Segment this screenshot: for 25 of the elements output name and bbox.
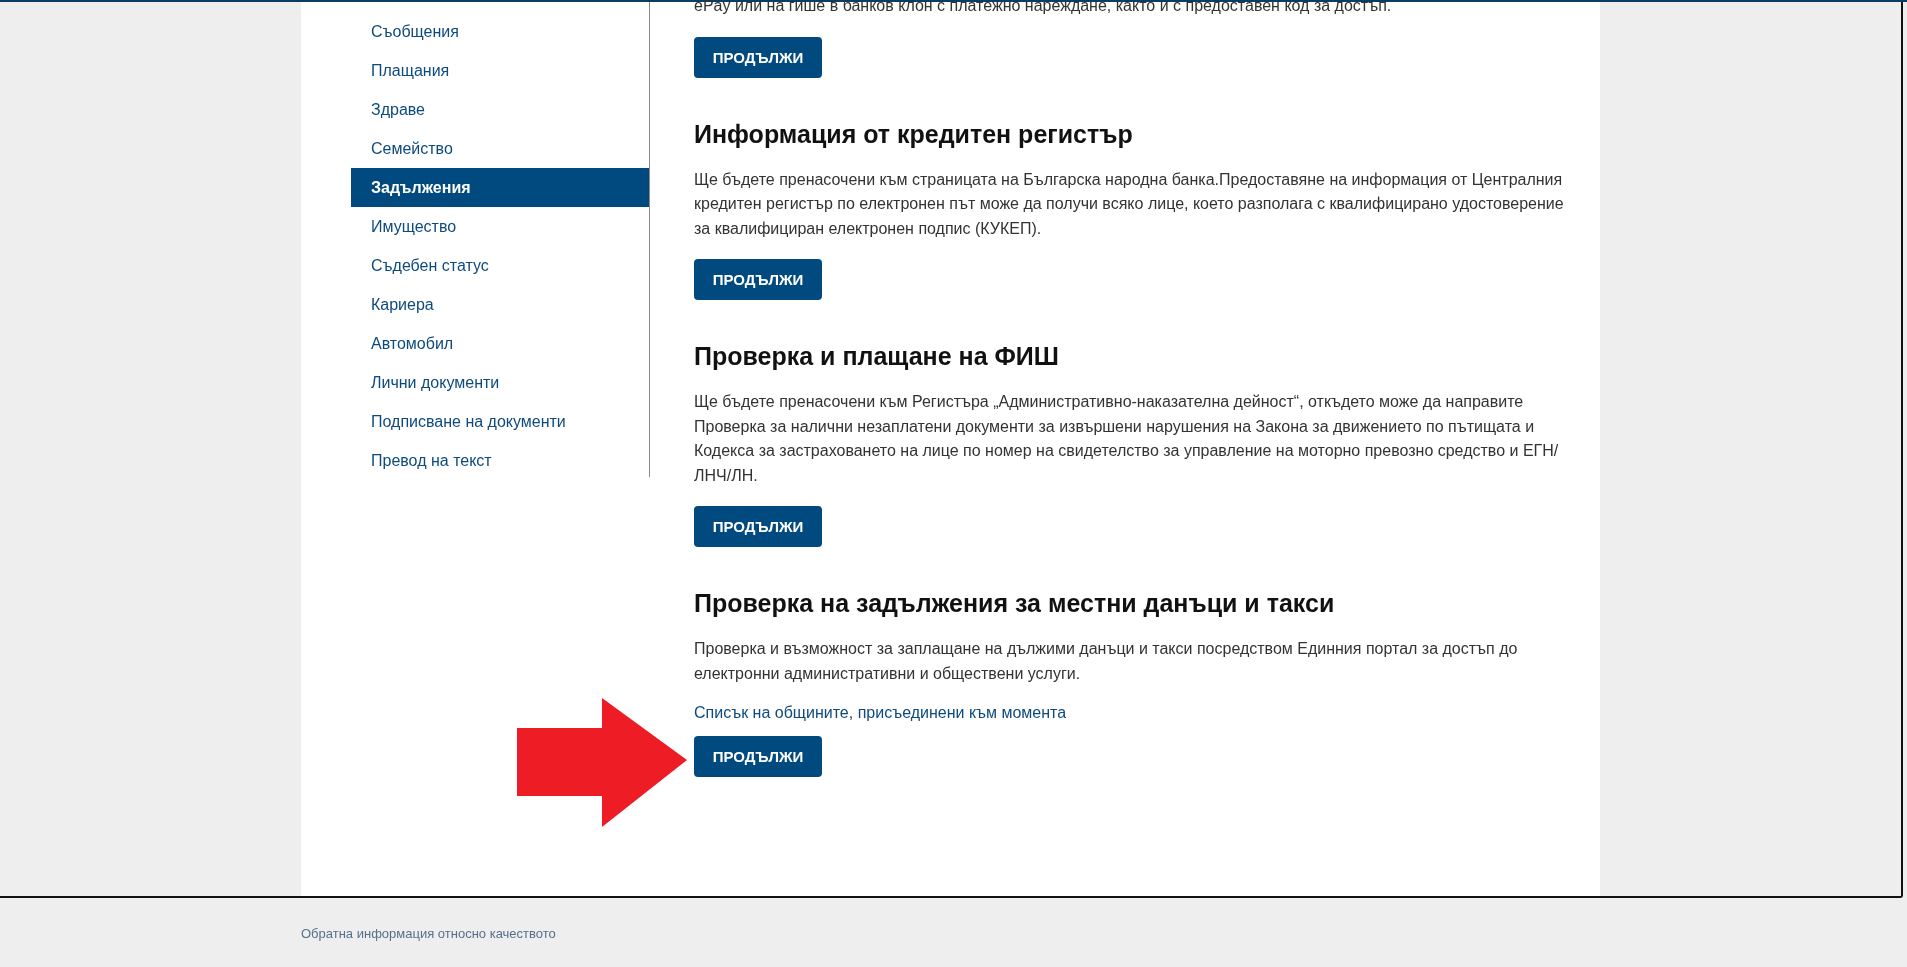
section-text: Ще бъдете пренасочени към страницата на Българска народна банка.Предоставяне на информация от Централния кредитен регистър по електронен път може да получи всяко лице, което разполага с квалифицирано удостоверение за квалифициран електронен подпис (КУКЕП).: [694, 169, 1565, 239]
sidebar-item[interactable]: Плащания: [351, 51, 649, 90]
section-text: ePay или на гише в банков клон с платежно нареждане, както и с предоставен код за достъп.: [694, 0, 1393, 16]
continue-button[interactable]: ПРОДЪЛЖИ: [694, 506, 822, 547]
section-title: Проверка и плащане на ФИШ: [694, 341, 1060, 372]
section-text: Ще бъдете пренасочени към Регистъра „Административно-наказателна дейност“, откъдето може да направите Проверка за налични незаплатени документи за извършени нарушения на Закона за движението по пътищата и Кодекса за застраховането на лице по номер на свидетелство за управление на моторно превозно средство и ЕГН/ЛНЧ/ЛН.: [694, 392, 1560, 486]
sidebar-item[interactable]: Превод на текст: [351, 441, 649, 480]
feedback-link[interactable]: Обратна информация относно качеството: [301, 926, 556, 941]
continue-button[interactable]: ПРОДЪЛЖИ: [694, 36, 822, 78]
sidebar-item[interactable]: Задължения: [351, 168, 649, 207]
section-title: Информация от кредитен регистър: [694, 118, 1134, 150]
sidebar-item[interactable]: Здраве: [351, 90, 649, 129]
section-text: Проверка и възможност за заплащане на дължими данъци и такси посредством Единния портал за достъп до електронни административни и обществени услуги.: [694, 639, 1519, 684]
sidebar-item[interactable]: Имущество: [351, 207, 649, 246]
continue-button[interactable]: ПРОДЪЛЖИ: [694, 736, 822, 777]
sidebar-item[interactable]: Подписване на документи: [351, 402, 649, 441]
sidebar-item[interactable]: Автомобил: [351, 324, 649, 363]
continue-button[interactable]: ПРОДЪЛЖИ: [694, 259, 822, 300]
sidebar-item[interactable]: Семейство: [351, 129, 649, 168]
sidebar-item[interactable]: Лични документи: [351, 363, 649, 402]
municipalities-link[interactable]: Списък на общините, присъединени към момента: [694, 704, 1067, 722]
sidebar-item[interactable]: Кариера: [351, 285, 649, 324]
section-title: Проверка на задължения за местни данъци и такси: [694, 588, 1336, 619]
sidebar-item[interactable]: Съобщения: [351, 12, 649, 51]
sidebar-item[interactable]: Съдебен статус: [351, 246, 649, 285]
